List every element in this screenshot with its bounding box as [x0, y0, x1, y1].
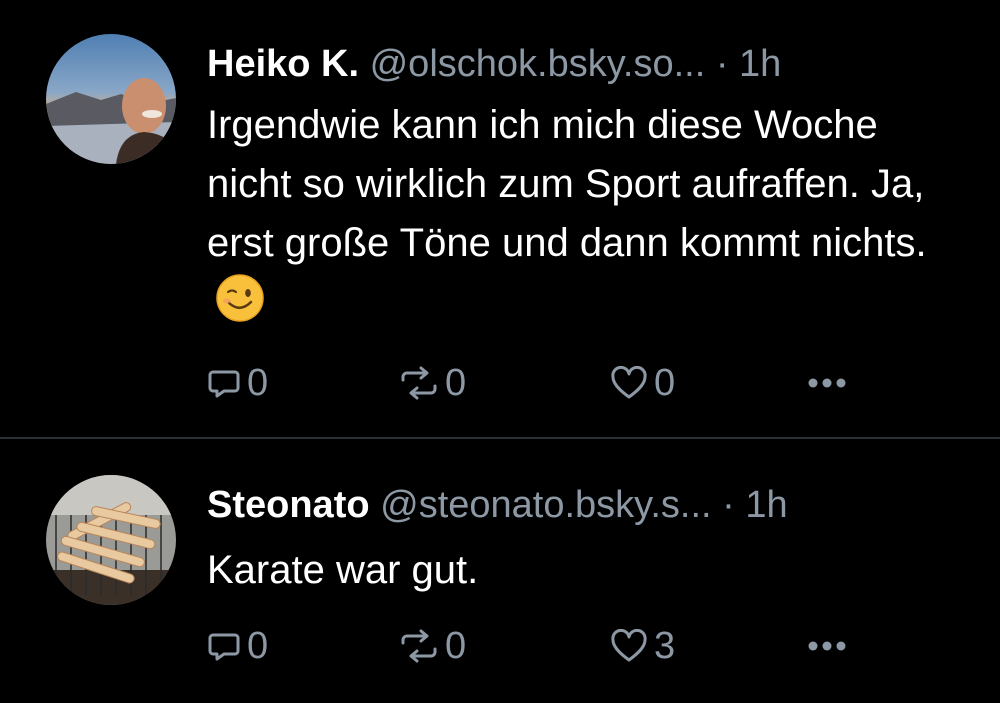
avatar[interactable]: [46, 475, 176, 605]
author-name[interactable]: Steonato: [207, 484, 370, 526]
like-button[interactable]: 3: [610, 621, 675, 671]
author-name[interactable]: Heiko K.: [207, 43, 359, 85]
avatar-photo-grill: [46, 475, 176, 605]
avatar[interactable]: [46, 34, 176, 164]
post-text-content: Irgendwie kann ich mich diese Woche nich…: [207, 103, 927, 265]
post-actions: 0 0 3: [207, 621, 967, 671]
repost-count: 0: [445, 361, 467, 404]
post-item[interactable]: Steonato @steonato.bsky.s... · 1h Karate…: [0, 437, 1000, 703]
reply-button[interactable]: 0: [207, 621, 268, 671]
speech-bubble-icon: [208, 633, 240, 661]
post-actions: 0 0 0: [207, 358, 967, 408]
reply-count: 0: [247, 624, 269, 667]
heart-outline-icon: [611, 366, 647, 399]
reply-count: 0: [247, 361, 269, 404]
separator: ·: [722, 484, 735, 526]
reply-button[interactable]: 0: [207, 358, 268, 408]
more-options-button[interactable]: [807, 621, 847, 671]
post-header: Heiko K. @olschok.bsky.so... · 1h: [207, 42, 781, 86]
winking-face-emoji: [216, 274, 264, 322]
post-item[interactable]: Heiko K. @olschok.bsky.so... · 1h Irgend…: [0, 0, 1000, 437]
like-count: 3: [654, 624, 676, 667]
author-handle[interactable]: @olschok.bsky.so...: [370, 43, 706, 85]
more-options-button[interactable]: [807, 358, 847, 408]
heart-outline-icon: [611, 629, 647, 662]
post-header: Steonato @steonato.bsky.s... · 1h: [207, 483, 788, 527]
post-text: Karate war gut.: [207, 541, 967, 600]
repost-arrows-icon: [401, 366, 437, 400]
like-button[interactable]: 0: [610, 358, 675, 408]
repost-count: 0: [445, 624, 467, 667]
author-handle[interactable]: @steonato.bsky.s...: [380, 484, 711, 526]
timestamp[interactable]: 1h: [745, 484, 787, 526]
like-count: 0: [654, 361, 676, 404]
repost-button[interactable]: 0: [399, 621, 466, 671]
post-text: Irgendwie kann ich mich diese Woche nich…: [207, 96, 967, 332]
ellipsis-icon: [808, 378, 846, 388]
avatar-photo-mountain: [46, 34, 176, 164]
separator: ·: [715, 43, 729, 85]
timestamp[interactable]: 1h: [739, 43, 781, 85]
post-text-content: Karate war gut.: [207, 548, 479, 592]
ellipsis-icon: [808, 641, 846, 651]
repost-arrows-icon: [401, 629, 437, 663]
repost-button[interactable]: 0: [399, 358, 466, 408]
speech-bubble-icon: [208, 370, 240, 398]
